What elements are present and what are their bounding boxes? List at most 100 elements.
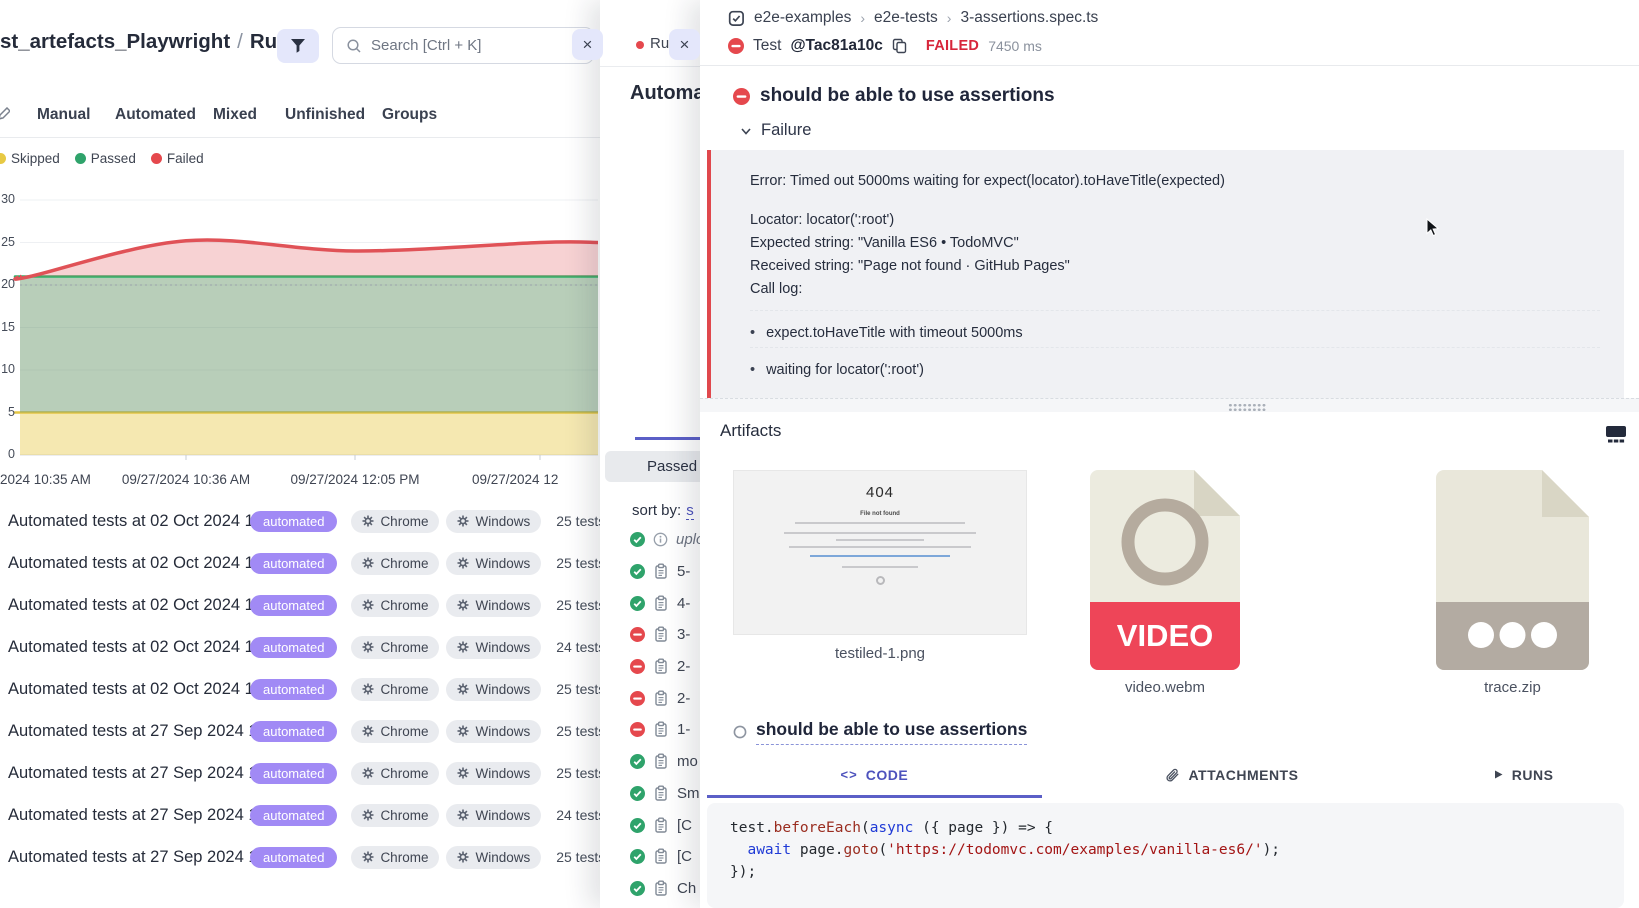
breadcrumb-item[interactable]: e2e-tests bbox=[874, 9, 938, 27]
env-label: Chrome bbox=[380, 850, 428, 865]
passed-check-icon bbox=[630, 754, 645, 769]
env-label: Windows bbox=[475, 850, 530, 865]
search-box[interactable] bbox=[332, 27, 594, 64]
env-label: Windows bbox=[475, 514, 530, 529]
search-input[interactable] bbox=[371, 37, 593, 54]
run-title: Automated tests at 27 Sep 2024 12:07 bbox=[8, 722, 250, 741]
run-list-item[interactable]: Automated tests at 27 Sep 2024 12:03 aut… bbox=[0, 752, 600, 794]
status-badge: FAILED bbox=[926, 38, 979, 54]
test-list-item[interactable]: 2- bbox=[600, 651, 700, 683]
divider bbox=[600, 66, 700, 67]
tab-label: RUNS bbox=[1512, 767, 1554, 783]
failed-minus-icon bbox=[733, 88, 750, 105]
code-line: await page.goto('https://todomvc.com/exa… bbox=[730, 839, 1624, 861]
error-line: Call log: bbox=[750, 278, 1600, 301]
call-log-text: waiting for locator(':root') bbox=[766, 359, 924, 382]
breadcrumb-item[interactable]: 3-assertions.spec.ts bbox=[960, 9, 1098, 27]
env-label: Chrome bbox=[380, 724, 428, 739]
close-run-drawer-button[interactable]: × bbox=[572, 29, 603, 60]
tab-unfinished[interactable]: Unfinished bbox=[285, 106, 365, 124]
run-list-item[interactable]: Automated tests at 02 Oct 2024 11:11 aut… bbox=[0, 542, 600, 584]
test-list-item[interactable]: [C bbox=[600, 809, 700, 841]
test-name: Ch bbox=[677, 880, 696, 897]
failed-status-dot-icon bbox=[636, 41, 644, 49]
neutral-status-circle-icon bbox=[733, 725, 747, 739]
test-name: [C bbox=[677, 817, 692, 834]
test-name: 2- bbox=[677, 658, 690, 675]
env-label: Windows bbox=[475, 724, 530, 739]
tab-mixed[interactable]: Mixed bbox=[213, 106, 257, 124]
legend-item[interactable]: Passed bbox=[75, 151, 136, 166]
env-chip-windows: Windows bbox=[446, 678, 541, 701]
clipboard-icon bbox=[653, 690, 669, 707]
filter-button[interactable] bbox=[277, 29, 319, 63]
legend-item[interactable]: Failed bbox=[151, 151, 204, 166]
active-tab-indicator bbox=[635, 437, 700, 440]
test-detail-drawer: e2e-examples › e2e-tests › 3-assertions.… bbox=[700, 0, 1639, 908]
tab-groups[interactable]: Groups bbox=[382, 106, 437, 124]
x-axis-label: 09/27/2024 12 bbox=[472, 472, 558, 487]
artifacts-section-title: Artifacts bbox=[720, 421, 781, 441]
run-list-item[interactable]: Automated tests at 02 Oct 2024 11:13 aut… bbox=[0, 500, 600, 542]
drag-handle-icon[interactable] bbox=[1228, 403, 1266, 411]
legend-dot-icon bbox=[151, 153, 162, 164]
gear-icon bbox=[457, 725, 469, 737]
run-list-item[interactable]: Automated tests at 27 Sep 2024 12:07 aut… bbox=[0, 710, 600, 752]
run-list-item[interactable]: Automated tests at 02 Oct 2024 10:43 aut… bbox=[0, 626, 600, 668]
close-test-drawer-button[interactable]: × bbox=[669, 29, 700, 60]
tab-runs[interactable]: RUNS bbox=[1422, 754, 1624, 798]
passed-check-icon bbox=[630, 532, 645, 547]
gear-icon bbox=[457, 851, 469, 863]
run-list-item[interactable]: Automated tests at 02 Oct 2024 10:40 aut… bbox=[0, 668, 600, 710]
env-chip-windows: Windows bbox=[446, 510, 541, 533]
artifact-screenshot[interactable]: 404 File not found testiled-1.png bbox=[733, 470, 1027, 662]
test-list-item[interactable]: 3- bbox=[600, 619, 700, 651]
call-log-text: expect.toHaveTitle with timeout 5000ms bbox=[766, 322, 1023, 345]
gallery-view-toggle-button[interactable] bbox=[1605, 425, 1627, 443]
artifact-trace[interactable]: trace.zip bbox=[1436, 470, 1589, 696]
test-list-item[interactable]: 4- bbox=[600, 587, 700, 619]
artifact-video[interactable]: VIDEO video.webm bbox=[1090, 470, 1240, 696]
tab-attachments[interactable]: ATTACHMENTS bbox=[1042, 754, 1423, 798]
test-link-row[interactable]: should be able to use assertions bbox=[733, 719, 1027, 745]
tab-automated[interactable]: Automated bbox=[115, 106, 196, 124]
info-icon bbox=[653, 532, 668, 547]
test-list-item[interactable]: [C bbox=[600, 841, 700, 873]
env-label: Windows bbox=[475, 598, 530, 613]
env-chip-chrome: Chrome bbox=[351, 846, 439, 869]
test-list-item[interactable]: mo bbox=[600, 746, 700, 778]
env-chip-chrome: Chrome bbox=[351, 510, 439, 533]
env-label: Chrome bbox=[380, 640, 428, 655]
code-snippet: test.beforeEach(async ({ page }) => { aw… bbox=[707, 803, 1624, 908]
copy-icon[interactable] bbox=[892, 38, 907, 54]
artifact-name: testiled-1.png bbox=[733, 645, 1027, 662]
run-type-badge: automated bbox=[250, 553, 337, 574]
tab-code[interactable]: <> CODE bbox=[707, 754, 1042, 798]
test-heading: should be able to use assertions bbox=[760, 85, 1055, 107]
run-type-badge: automated bbox=[250, 637, 337, 658]
failure-section-toggle[interactable]: Failure bbox=[740, 121, 811, 140]
run-list-item[interactable]: Automated tests at 27 Sep 2024 10:35 aut… bbox=[0, 836, 600, 878]
test-label: Test bbox=[753, 37, 781, 55]
test-list-item[interactable]: Sm bbox=[600, 778, 700, 810]
test-list-item[interactable]: 5- bbox=[600, 556, 700, 588]
error-message-box: Error: Timed out 5000ms waiting for expe… bbox=[707, 150, 1624, 398]
test-list-item[interactable]: 2- bbox=[600, 682, 700, 714]
env-chip-windows: Windows bbox=[446, 846, 541, 869]
run-list-item[interactable]: Automated tests at 02 Oct 2024 11:08 aut… bbox=[0, 584, 600, 626]
run-list-item[interactable]: Automated tests at 27 Sep 2024 11:32 aut… bbox=[0, 794, 600, 836]
panel-resize-splitter[interactable] bbox=[700, 398, 1639, 412]
legend-item[interactable]: Skipped bbox=[0, 151, 60, 166]
run-tests-count: 24 tests bbox=[556, 807, 605, 823]
sort-by-link[interactable]: s bbox=[686, 502, 694, 520]
test-list-item[interactable]: Ch bbox=[600, 873, 700, 905]
test-list-item[interactable]: 1- bbox=[600, 714, 700, 746]
env-chip-chrome: Chrome bbox=[351, 552, 439, 575]
passed-filter-button[interactable]: Passed bbox=[605, 451, 700, 482]
test-list-item[interactable]: uplo bbox=[600, 524, 700, 556]
run-title: Automated tests at 02 Oct 2024 11:11 bbox=[8, 554, 250, 573]
test-link[interactable]: should be able to use assertions bbox=[756, 719, 1027, 745]
tab-manual[interactable]: Manual bbox=[37, 106, 90, 124]
env-label: Windows bbox=[475, 556, 530, 571]
breadcrumb-item[interactable]: e2e-examples bbox=[754, 9, 851, 27]
